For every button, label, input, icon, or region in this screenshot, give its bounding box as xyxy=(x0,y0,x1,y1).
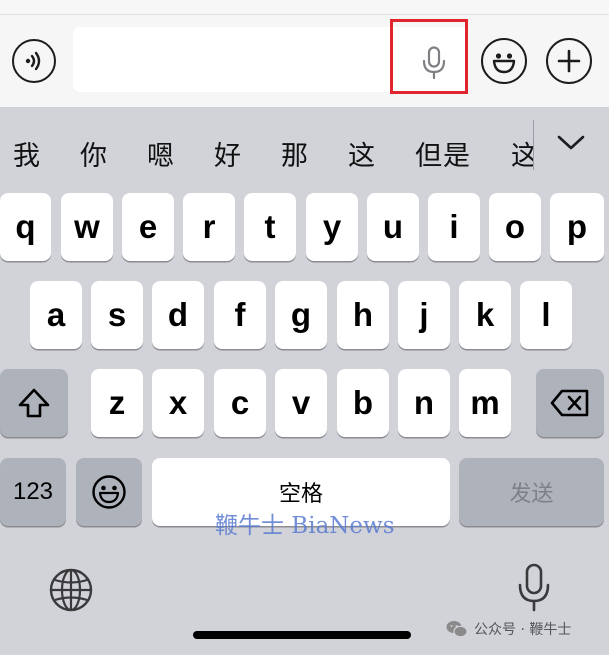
key-label: x xyxy=(168,384,188,421)
key-r[interactable]: r xyxy=(183,193,235,261)
key-f[interactable]: f xyxy=(214,281,266,349)
candidate-word[interactable]: 你 xyxy=(80,134,108,173)
key-label: v xyxy=(291,384,311,421)
input-bar xyxy=(0,15,609,107)
candidate-word[interactable]: 好 xyxy=(214,134,242,173)
key-u[interactable]: u xyxy=(367,193,419,261)
emoji-button[interactable] xyxy=(481,38,527,84)
key-m[interactable]: m xyxy=(459,369,511,437)
key-label: s xyxy=(107,296,127,333)
key-label: t xyxy=(264,208,276,245)
key-c[interactable]: c xyxy=(214,369,266,437)
key-w[interactable]: w xyxy=(61,193,113,261)
emoji-face-icon xyxy=(492,53,516,74)
key-label: f xyxy=(234,296,246,333)
key-a[interactable]: a xyxy=(30,281,82,349)
key-s[interactable]: s xyxy=(91,281,143,349)
key-h[interactable]: h xyxy=(337,281,389,349)
key-label: i xyxy=(449,208,459,245)
shift-key[interactable] xyxy=(0,369,68,437)
key-l[interactable]: l xyxy=(520,281,572,349)
chevron-down-icon[interactable] xyxy=(556,132,586,152)
numbers-key-label: 123 xyxy=(12,478,54,505)
key-n[interactable]: n xyxy=(398,369,450,437)
candidate-word[interactable]: 那 xyxy=(281,134,309,173)
key-label: b xyxy=(352,384,374,421)
space-key-label: 空格 xyxy=(278,482,323,507)
delete-backspace-icon xyxy=(550,389,589,417)
emoji-face-icon xyxy=(92,475,126,509)
emoji-key[interactable] xyxy=(76,458,142,526)
numbers-key[interactable]: 123 xyxy=(0,458,66,526)
wechat-icon xyxy=(446,621,468,638)
key-k[interactable]: k xyxy=(459,281,511,349)
key-label: o xyxy=(504,208,526,245)
candidate-word[interactable]: 我 xyxy=(13,134,41,173)
top-divider-strip xyxy=(0,0,609,15)
key-v[interactable]: v xyxy=(275,369,327,437)
add-button[interactable] xyxy=(546,38,592,84)
candidate-bar: 我 你 嗯 好 那 这 但是 这 xyxy=(0,122,609,180)
send-key[interactable]: 发送 xyxy=(459,458,604,526)
key-label: h xyxy=(352,296,374,333)
key-y[interactable]: y xyxy=(306,193,358,261)
key-label: z xyxy=(108,384,126,421)
footer-brand-text: 公众号 · 鞭牛士 xyxy=(474,622,572,638)
candidate-word[interactable]: 嗯 xyxy=(147,134,175,173)
footer-brand: 公众号 · 鞭牛士 xyxy=(446,619,571,639)
voice-wave-icon xyxy=(25,51,41,71)
watermark-text: 鞭牛士 BiaNews xyxy=(215,513,395,539)
key-label: w xyxy=(74,208,100,245)
key-label: k xyxy=(475,296,495,333)
key-q[interactable]: q xyxy=(0,193,51,261)
key-z[interactable]: z xyxy=(91,369,143,437)
home-indicator[interactable] xyxy=(193,631,411,639)
candidate-word[interactable]: 这 xyxy=(511,134,533,173)
key-label: c xyxy=(230,384,250,421)
microphone-icon[interactable] xyxy=(420,46,448,80)
key-label: y xyxy=(322,208,342,245)
send-key-label: 发送 xyxy=(509,482,554,507)
delete-key[interactable] xyxy=(536,369,604,437)
key-label: e xyxy=(138,208,158,245)
key-b[interactable]: b xyxy=(337,369,389,437)
key-j[interactable]: j xyxy=(398,281,450,349)
globe-icon[interactable] xyxy=(48,567,94,613)
key-label: r xyxy=(202,208,216,245)
key-x[interactable]: x xyxy=(152,369,204,437)
key-e[interactable]: e xyxy=(122,193,174,261)
key-d[interactable]: d xyxy=(152,281,204,349)
plus-icon xyxy=(557,49,581,73)
key-o[interactable]: o xyxy=(489,193,541,261)
candidate-divider xyxy=(533,120,534,170)
key-p[interactable]: p xyxy=(550,193,604,261)
voice-toggle-button[interactable] xyxy=(12,39,56,83)
key-t[interactable]: t xyxy=(244,193,296,261)
key-label: m xyxy=(470,384,500,421)
key-label: p xyxy=(566,208,588,245)
key-label: a xyxy=(46,296,66,333)
key-label: g xyxy=(290,296,312,333)
key-label: d xyxy=(167,296,189,333)
key-label: q xyxy=(15,208,36,245)
candidate-word[interactable]: 但是 xyxy=(415,134,471,173)
shift-arrow-icon xyxy=(18,388,50,418)
key-label: l xyxy=(541,296,551,333)
key-i[interactable]: i xyxy=(428,193,480,261)
key-label: j xyxy=(419,296,429,333)
key-label: u xyxy=(382,208,404,245)
candidate-word[interactable]: 这 xyxy=(348,134,376,173)
microphone-icon[interactable] xyxy=(516,563,552,613)
key-label: n xyxy=(413,384,435,421)
key-g[interactable]: g xyxy=(275,281,327,349)
